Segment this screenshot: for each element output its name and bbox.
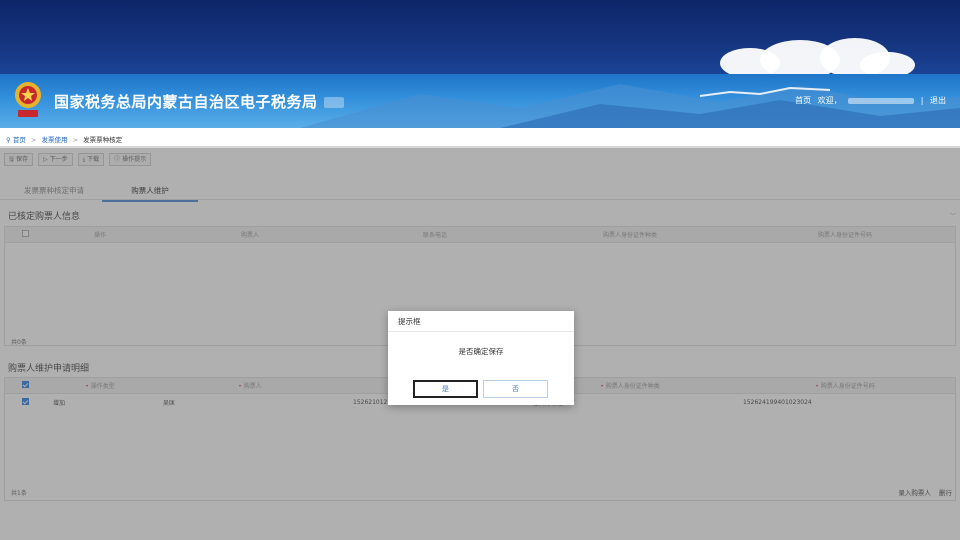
confirm-no-button[interactable]: 否: [483, 380, 548, 398]
cloud-decoration: [860, 52, 915, 74]
user-name-redacted: [848, 97, 915, 104]
welcome-text: 欢迎，: [817, 96, 842, 105]
breadcrumb: ⚲ 首页 > 发票使用 > 发票票种核定: [0, 128, 960, 148]
site-title: 国家税务总局内蒙古自治区电子税务局: [54, 91, 344, 112]
site-title-text: 国家税务总局内蒙古自治区电子税务局: [54, 93, 318, 111]
tax-emblem-icon: [15, 82, 41, 117]
dialog-message: 是否确定保存: [458, 347, 504, 356]
site-header: 国家税务总局内蒙古自治区电子税务局 首页 欢迎， | 退出: [0, 74, 960, 128]
location-pin-icon: ⚲: [6, 136, 11, 144]
user-bar: 首页 欢迎， | 退出: [791, 95, 946, 106]
breadcrumb-separator: >: [30, 136, 37, 144]
confirm-dialog: 提示框 是否确定保存 是 否: [388, 311, 574, 405]
breadcrumb-invoice-use[interactable]: 发票使用: [41, 136, 67, 144]
breadcrumb-current: 发票票种核定: [83, 136, 123, 144]
divider: |: [920, 96, 924, 105]
region-tag: [323, 97, 344, 108]
breadcrumb-home[interactable]: 首页: [13, 136, 26, 144]
home-link[interactable]: 首页: [795, 96, 811, 105]
top-sky-band: [0, 0, 960, 74]
breadcrumb-separator: >: [72, 136, 78, 144]
dialog-title: 提示框: [388, 311, 574, 332]
logout-link[interactable]: 退出: [930, 96, 946, 105]
dialog-buttons: 是 否: [413, 380, 548, 398]
confirm-yes-button[interactable]: 是: [413, 380, 478, 398]
